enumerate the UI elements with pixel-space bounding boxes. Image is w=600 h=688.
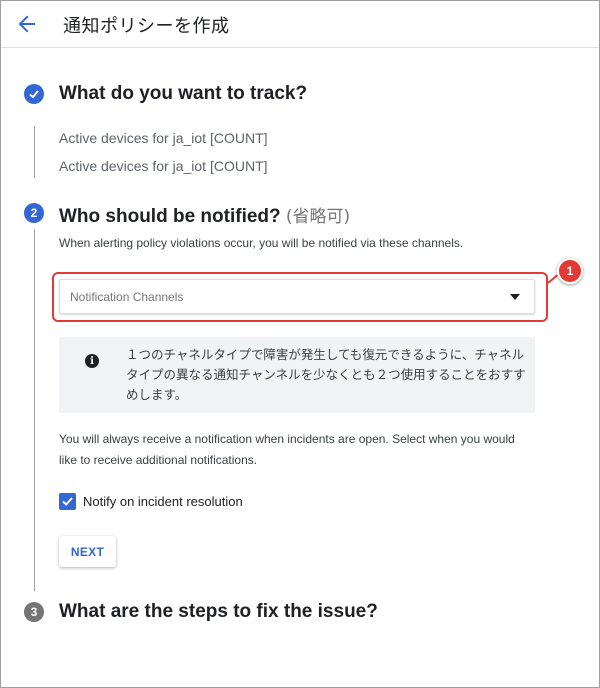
step-3-number: 3 bbox=[24, 602, 44, 622]
checkmark-icon bbox=[62, 497, 73, 506]
notify-resolution-checkbox[interactable] bbox=[59, 493, 76, 510]
step-1-complete-icon bbox=[24, 84, 44, 104]
annotation-badge: 1 bbox=[557, 258, 583, 284]
channels-help-text: When alerting policy violations occur, y… bbox=[59, 236, 464, 250]
info-notice: i １つのチャネルタイプで障害が発生しても復元できるように、チャネルタイプの異な… bbox=[59, 337, 535, 413]
notification-channels-dropdown[interactable]: Notification Channels bbox=[59, 279, 535, 314]
notify-resolution-label[interactable]: Notify on incident resolution bbox=[83, 494, 243, 509]
incident-notification-text: You will always receive a notification w… bbox=[59, 432, 515, 467]
next-button[interactable]: NEXT bbox=[59, 536, 116, 567]
annotation-connector bbox=[547, 274, 558, 284]
page-header: 通知ポリシーを作成 bbox=[1, 1, 599, 48]
step-2-title-text: Who should be notified? bbox=[59, 206, 281, 227]
tracked-metric: Active devices for ja_iot [COUNT] bbox=[59, 158, 268, 174]
check-icon bbox=[29, 90, 39, 99]
step-1-title[interactable]: What do you want to track? bbox=[59, 83, 307, 105]
info-icon: i bbox=[85, 354, 99, 368]
step-2-number: 2 bbox=[24, 203, 44, 223]
step-2-title: Who should be notified? (省略可) bbox=[59, 202, 350, 228]
tracked-metric: Active devices for ja_iot [COUNT] bbox=[59, 130, 268, 146]
arrow-left-icon bbox=[18, 15, 35, 33]
back-button[interactable] bbox=[13, 11, 41, 37]
step-3-title[interactable]: What are the steps to fix the issue? bbox=[59, 601, 378, 623]
step-1-connector bbox=[34, 126, 35, 178]
optional-label: (省略可) bbox=[285, 207, 351, 227]
window-frame: 通知ポリシーを作成 What do you want to track? Act… bbox=[0, 0, 600, 688]
step-2-connector bbox=[34, 229, 35, 591]
info-text: １つのチャネルタイプで障害が発生しても復元できるように、チャネルタイプの異なる通… bbox=[126, 347, 526, 402]
dropdown-arrow-icon bbox=[510, 294, 520, 300]
dropdown-placeholder: Notification Channels bbox=[70, 290, 184, 304]
page-title: 通知ポリシーを作成 bbox=[63, 16, 230, 37]
